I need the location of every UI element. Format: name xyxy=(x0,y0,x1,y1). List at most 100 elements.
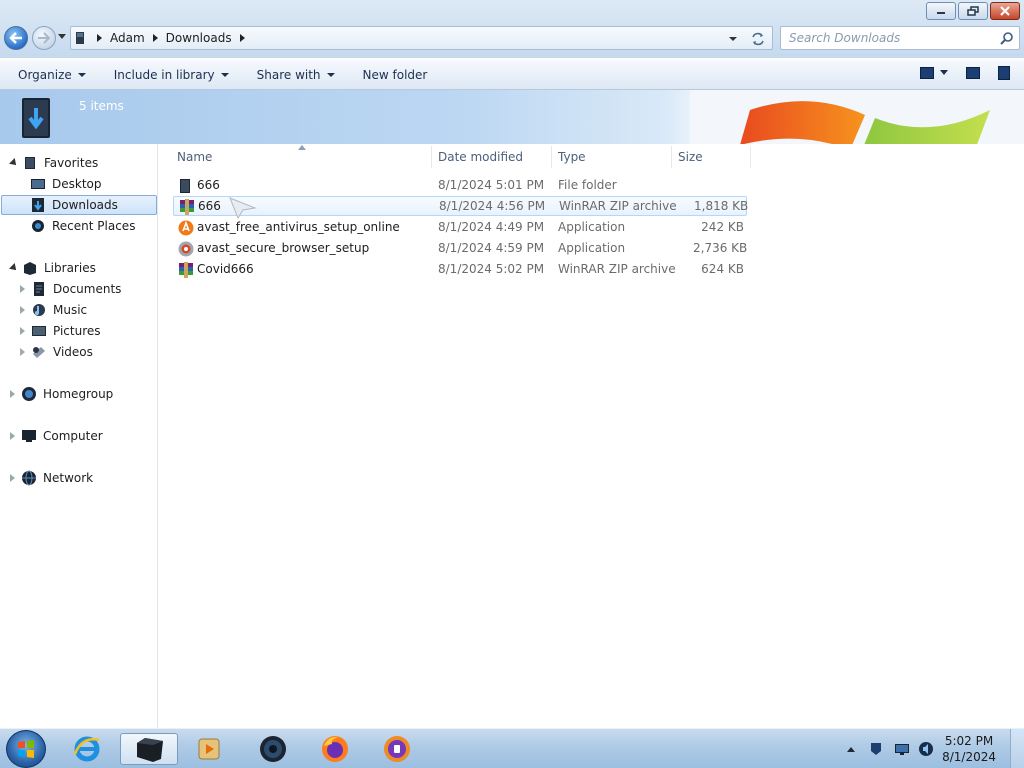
taskbar-explorer[interactable] xyxy=(120,733,178,765)
expand-icon[interactable] xyxy=(10,474,15,482)
expand-icon[interactable] xyxy=(10,390,15,398)
arrow-right-icon xyxy=(38,32,51,44)
breadcrumb-separator[interactable] xyxy=(97,34,102,42)
nav-network[interactable]: Network xyxy=(10,468,93,488)
sort-ascending-icon xyxy=(298,145,306,150)
mouse-cursor-icon xyxy=(229,197,257,219)
taskbar-app[interactable] xyxy=(250,733,296,765)
libraries-icon xyxy=(24,262,36,275)
volume-icon[interactable] xyxy=(918,741,934,757)
chevron-down-icon xyxy=(940,70,948,75)
column-divider[interactable] xyxy=(750,146,751,168)
network-status-icon[interactable] xyxy=(894,741,910,757)
nav-desktop[interactable]: Desktop xyxy=(30,174,102,194)
restore-icon xyxy=(967,6,979,16)
nav-computer[interactable]: Computer xyxy=(10,426,103,446)
command-bar: Organize Include in library Share with N… xyxy=(0,60,1024,90)
file-list: Name Date modified Type Size 666 8/1/202… xyxy=(159,144,1024,728)
recent-places-icon xyxy=(32,220,44,232)
recent-pages-dropdown[interactable] xyxy=(58,34,66,39)
expand-icon[interactable] xyxy=(20,306,25,314)
column-header-name[interactable]: Name xyxy=(177,144,212,170)
homegroup-icon xyxy=(22,387,36,401)
nav-documents[interactable]: Documents xyxy=(20,279,121,299)
window-controls xyxy=(926,2,1020,20)
file-row-avast-free-antivirus[interactable]: avast_free_antivirus_setup_online 8/1/20… xyxy=(173,218,747,238)
change-view-button[interactable] xyxy=(920,67,948,79)
refresh-icon[interactable] xyxy=(750,32,766,46)
search-icon[interactable] xyxy=(1000,32,1014,46)
column-header-date-modified[interactable]: Date modified xyxy=(438,144,523,170)
clock[interactable]: 5:02 PM 8/1/2024 xyxy=(942,733,996,765)
file-row-covid666[interactable]: Covid666 8/1/2024 5:02 PM WinRAR ZIP arc… xyxy=(173,260,747,280)
details-banner: 5 items xyxy=(0,90,1024,144)
pictures-icon xyxy=(32,326,46,336)
show-desktop-button[interactable] xyxy=(1010,729,1024,768)
nav-music[interactable]: Music xyxy=(20,300,87,320)
collapse-icon[interactable] xyxy=(9,263,19,273)
clock-date: 8/1/2024 xyxy=(942,750,996,764)
address-bar[interactable]: Adam Downloads xyxy=(70,26,773,50)
organize-button[interactable]: Organize xyxy=(18,68,86,82)
folder-icon xyxy=(180,179,190,193)
title-bar: Adam Downloads Search Downloads xyxy=(0,0,1024,58)
winrar-icon xyxy=(179,262,193,278)
column-header-size[interactable]: Size xyxy=(678,144,703,170)
taskbar-media-player[interactable] xyxy=(186,733,232,765)
taskbar-internet-explorer[interactable] xyxy=(64,733,110,765)
chevron-down-icon[interactable] xyxy=(728,35,738,43)
forward-button[interactable] xyxy=(32,26,56,50)
expand-icon[interactable] xyxy=(10,432,15,440)
file-row-666-folder[interactable]: 666 8/1/2024 5:01 PM File folder xyxy=(173,176,747,196)
search-box[interactable]: Search Downloads xyxy=(780,26,1020,50)
nav-homegroup[interactable]: Homegroup xyxy=(10,384,113,404)
action-center-flag-icon[interactable] xyxy=(868,741,884,757)
nav-pictures[interactable]: Pictures xyxy=(20,321,101,341)
column-divider[interactable] xyxy=(671,146,672,168)
downloads-icon xyxy=(32,198,44,212)
media-player-icon xyxy=(198,738,220,760)
back-button[interactable] xyxy=(4,26,28,50)
show-hidden-icons-icon[interactable] xyxy=(846,745,856,753)
nav-recent-places[interactable]: Recent Places xyxy=(30,216,135,236)
clock-time: 5:02 PM xyxy=(944,734,994,748)
column-divider[interactable] xyxy=(551,146,552,168)
nav-libraries[interactable]: Libraries xyxy=(9,258,96,278)
network-globe-icon xyxy=(22,470,36,486)
collapse-icon[interactable] xyxy=(9,158,19,168)
expand-icon[interactable] xyxy=(20,285,25,293)
nav-favorites[interactable]: Favorites xyxy=(9,153,98,173)
desktop-icon xyxy=(31,179,45,189)
share-with-button[interactable]: Share with xyxy=(257,68,335,82)
breadcrumb-separator[interactable] xyxy=(239,34,245,42)
item-count: 5 items xyxy=(79,99,124,113)
chevron-down-icon xyxy=(77,72,86,77)
file-row-666-zip[interactable]: 666 8/1/2024 4:56 PM WinRAR ZIP archive … xyxy=(173,196,748,216)
taskbar-avast-browser[interactable] xyxy=(374,733,420,765)
breadcrumb-separator[interactable] xyxy=(152,34,158,42)
column-header-type[interactable]: Type xyxy=(558,144,586,170)
breadcrumb-downloads[interactable]: Downloads xyxy=(166,31,232,45)
column-divider[interactable] xyxy=(431,146,432,168)
start-button[interactable] xyxy=(6,730,46,768)
downloads-folder-icon xyxy=(22,98,50,138)
minimize-button[interactable] xyxy=(926,2,956,20)
computer-small-icon xyxy=(76,32,84,44)
close-button[interactable] xyxy=(990,2,1020,20)
winrar-icon xyxy=(180,199,194,215)
restore-button[interactable] xyxy=(958,2,988,20)
nav-videos[interactable]: Videos xyxy=(20,342,93,362)
avast-icon xyxy=(178,220,194,236)
avast-browser-icon xyxy=(178,241,194,257)
taskbar-firefox[interactable] xyxy=(312,733,358,765)
help-button[interactable] xyxy=(998,66,1010,80)
breadcrumb-adam[interactable]: Adam xyxy=(110,31,145,45)
arrow-left-icon xyxy=(9,32,22,44)
expand-icon[interactable] xyxy=(20,348,25,356)
expand-icon[interactable] xyxy=(20,327,25,335)
preview-pane-button[interactable] xyxy=(966,67,980,79)
new-folder-button[interactable]: New folder xyxy=(363,68,428,82)
include-in-library-button[interactable]: Include in library xyxy=(114,68,229,82)
file-row-avast-secure-browser[interactable]: avast_secure_browser_setup 8/1/2024 4:59… xyxy=(173,239,747,259)
nav-downloads[interactable]: Downloads xyxy=(1,195,157,215)
